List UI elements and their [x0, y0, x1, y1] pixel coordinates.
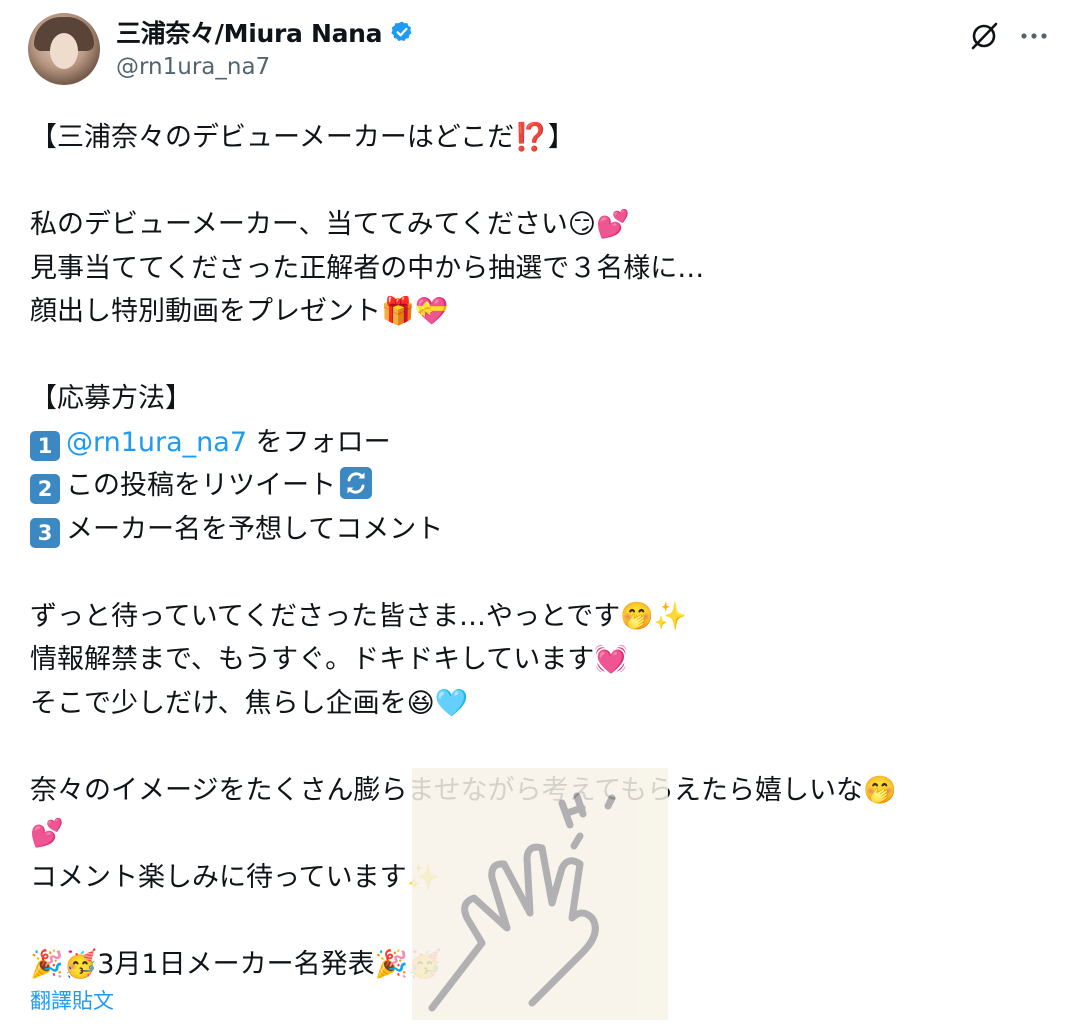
tweet-line: 私のデビューメーカー、当ててみてください😏💕: [30, 209, 630, 240]
mention-link[interactable]: @rn1ura_na7: [66, 427, 247, 458]
tweet-line: 情報解禁まで、もうすぐ。ドキドキしています💓: [30, 644, 628, 675]
keycap-2-icon: 2: [30, 474, 60, 504]
apply-heading: 【応募方法】: [30, 383, 192, 414]
author-name-row: 三浦奈々/Miura Nana: [116, 14, 414, 50]
grok-icon: [971, 22, 998, 50]
verified-badge-icon: [391, 21, 412, 42]
tweet-line: そこで少しだけ、焦らし企画を😆🩵: [30, 687, 469, 719]
tweet-title: 【三浦奈々のデビューメーカーはどこだ⁉️】: [30, 122, 575, 153]
tweet-line: 顔出し特別動画をプレゼント🎁💝: [30, 296, 449, 327]
waving-hand-icon: [428, 792, 616, 1012]
tweet-line: ずっと待っていてくださった皆さま…やっとです🤭✨: [30, 600, 688, 632]
more-options-icon: [1021, 33, 1047, 39]
grok-button[interactable]: [964, 16, 1004, 56]
step-2-text: この投稿をリツイート: [66, 470, 336, 501]
step-1-text: をフォロー: [247, 426, 391, 458]
attached-photo[interactable]: [412, 768, 668, 1020]
step-1: 1 @rn1ura_na7 をフォロー: [30, 421, 1060, 465]
repeat-arrows-icon: [340, 467, 372, 499]
tweet-line: 見事当ててくださった正解者の中から抽選で３名様に…: [30, 252, 705, 284]
author-avatar[interactable]: [28, 13, 100, 85]
step-3: 3 メーカー名を予想してコメント: [30, 508, 1060, 552]
author-display-name[interactable]: 三浦奈々/Miura Nana: [116, 14, 383, 50]
translate-post-link[interactable]: 翻譯貼文: [30, 985, 114, 1015]
more-options-button[interactable]: [1014, 16, 1054, 56]
step-2: 2 この投稿をリツイート: [30, 464, 1060, 508]
keycap-1-icon: 1: [30, 430, 60, 461]
step-3-text: メーカー名を予想してコメント: [66, 513, 444, 545]
keycap-3-icon: 3: [30, 517, 60, 548]
avatar-face: [50, 33, 78, 69]
author-handle[interactable]: @rn1ura_na7: [116, 54, 270, 80]
